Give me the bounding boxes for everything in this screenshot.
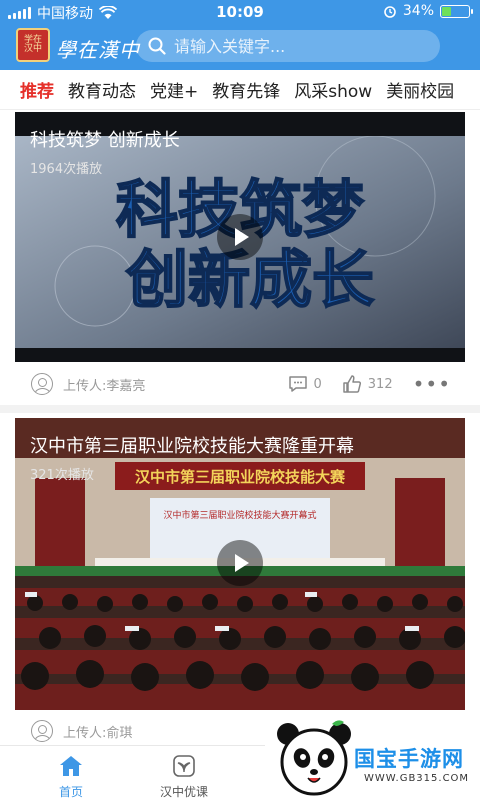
- uploader-name: 上传人:李嘉亮: [63, 378, 146, 394]
- search-icon: [148, 37, 166, 55]
- user-avatar-icon: [31, 373, 53, 395]
- like-icon[interactable]: [342, 374, 362, 394]
- user-avatar-icon: [31, 720, 53, 742]
- video-title: 汉中市第三届职业院校技能大赛隆重开幕: [30, 436, 354, 457]
- comment-count: 0: [313, 376, 322, 392]
- app-logo-text: 学在汉中: [23, 35, 42, 54]
- nav-item-label: 汉中优课: [159, 785, 208, 799]
- video-player-2[interactable]: 汉中市第三届职业院校技能大赛 汉中市第三届职业院校技能大赛开幕式 汉中市第三届职…: [15, 418, 465, 710]
- panda-logo-icon: [277, 720, 351, 796]
- play-count: 1964次播放: [30, 162, 103, 177]
- watermark-title: 国宝手游网: [354, 747, 464, 771]
- tab-education-news[interactable]: 教育动态: [68, 77, 136, 102]
- home-icon: [60, 756, 82, 776]
- status-bar: 中国移动 10:09 34%: [0, 0, 480, 24]
- stage-screen-text: 汉中市第三届职业院校技能大赛开幕式: [163, 509, 316, 521]
- play-button[interactable]: [217, 540, 263, 586]
- search-bar[interactable]: [136, 30, 440, 62]
- battery-percent: 34%: [402, 3, 434, 19]
- nav-item-hanzhong-courses[interactable]: 汉中优课: [144, 754, 224, 800]
- tab-style-show[interactable]: 风采show: [294, 77, 372, 102]
- nav-item-home[interactable]: 首页: [31, 754, 111, 800]
- play-count: 321次播放: [30, 468, 94, 483]
- watermark-url: WWW.GB315.COM: [364, 773, 470, 784]
- more-options-icon[interactable]: •••: [413, 372, 451, 396]
- app-logo[interactable]: 学在汉中: [16, 28, 50, 62]
- category-tabs: 推荐 教育动态 党建+ 教育先锋 风采show 美丽校园: [0, 70, 480, 110]
- leaf-icon: [173, 755, 195, 777]
- comment-icon[interactable]: [288, 375, 308, 393]
- tab-beautiful-campus[interactable]: 美丽校园: [386, 77, 454, 102]
- battery-icon: [440, 4, 473, 18]
- video-title: 科技筑梦 创新成长: [30, 130, 180, 151]
- brand-title: 學在漢中: [56, 38, 140, 62]
- tab-party-building[interactable]: 党建+: [150, 77, 198, 102]
- video-meta-1: 上传人:李嘉亮 0 312 •••: [15, 364, 465, 404]
- video-player-1[interactable]: 科技筑梦 创新成长 科技筑梦 创新成长 1964次播放: [15, 112, 465, 362]
- alarm-icon: [384, 6, 396, 18]
- section-divider: [0, 405, 480, 413]
- tab-education-pioneers[interactable]: 教育先锋: [212, 77, 280, 102]
- site-watermark: 国宝手游网 WWW.GB315.COM: [268, 715, 480, 800]
- nav-item-label: 首页: [58, 785, 83, 799]
- tab-recommended[interactable]: 推荐: [20, 77, 54, 102]
- bottom-nav: 首页 汉中优课: [0, 745, 265, 800]
- play-button[interactable]: [217, 214, 263, 260]
- stage-banner: 汉中市第三届职业院校技能大赛: [135, 468, 346, 486]
- uploader-name: 上传人:俞琪: [63, 725, 133, 741]
- search-input[interactable]: [174, 32, 414, 60]
- app-header: 中国移动 10:09 34% 学在汉中 學在漢中: [0, 0, 480, 70]
- like-count: 312: [367, 376, 393, 392]
